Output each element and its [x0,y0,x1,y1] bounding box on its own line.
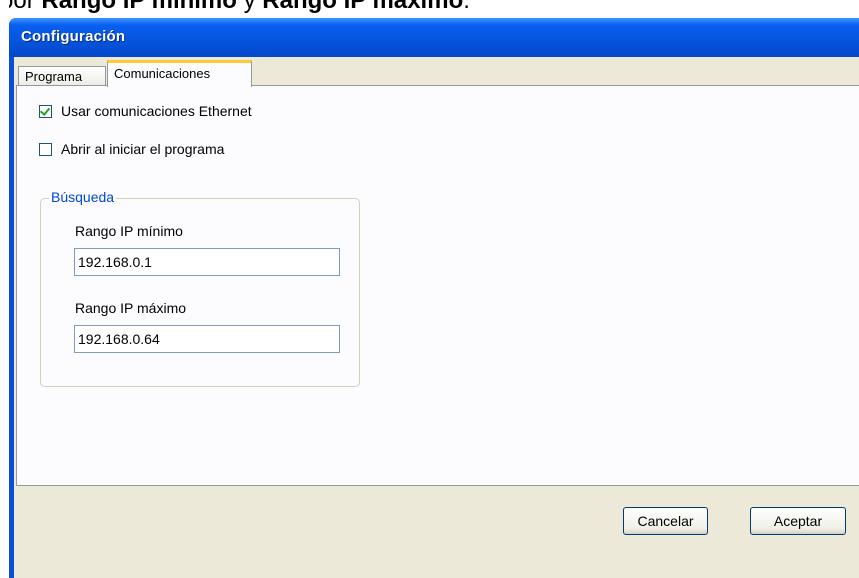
ethernet-label: Usar comunicaciones Ethernet [61,103,252,119]
open-on-start-option[interactable]: Abrir al iniciar el programa [39,140,224,158]
tab-comunicaciones[interactable]: Comunicaciones [107,60,252,87]
doc-text-suffix: . [463,0,470,14]
max-ip-label: Rango IP máximo [75,300,187,316]
document-sentence: por Rango IP mínimo y Rango IP máximo. [0,0,470,16]
open-on-start-label: Abrir al iniciar el programa [61,141,225,157]
configuration-dialog: Configuración Programa Comunicaciones Us… [9,18,859,578]
checkmark-icon [39,104,51,116]
dialog-client-area: Programa Comunicaciones Usar comunicacio… [14,57,859,578]
search-group-legend: Búsqueda [49,189,117,205]
window-title: Configuración [21,28,126,45]
ethernet-checkbox[interactable] [39,104,52,118]
max-ip-input[interactable]: 192.168.0.64 [74,325,340,353]
page-margin [0,0,9,567]
cancel-button[interactable]: Cancelar [623,507,708,535]
ethernet-option[interactable]: Usar comunicaciones Ethernet [39,102,252,120]
ok-button[interactable]: Aceptar [750,507,846,535]
tab-panel-comunicaciones: Usar comunicaciones Ethernet Abrir al in… [16,85,859,486]
title-bar[interactable]: Configuración [9,18,859,57]
search-groupbox: Búsqueda Rango IP mínimo 192.168.0.1 Ran… [40,189,360,387]
min-ip-input[interactable]: 192.168.0.1 [74,248,340,276]
min-ip-label: Rango IP mínimo [75,223,183,239]
doc-bold-max: Rango IP máximo [262,0,464,14]
doc-text-middle: y [236,0,263,14]
open-on-start-checkbox[interactable] [39,142,52,156]
tab-programa[interactable]: Programa [18,66,106,86]
doc-bold-min: Rango IP mínimo [41,0,237,14]
